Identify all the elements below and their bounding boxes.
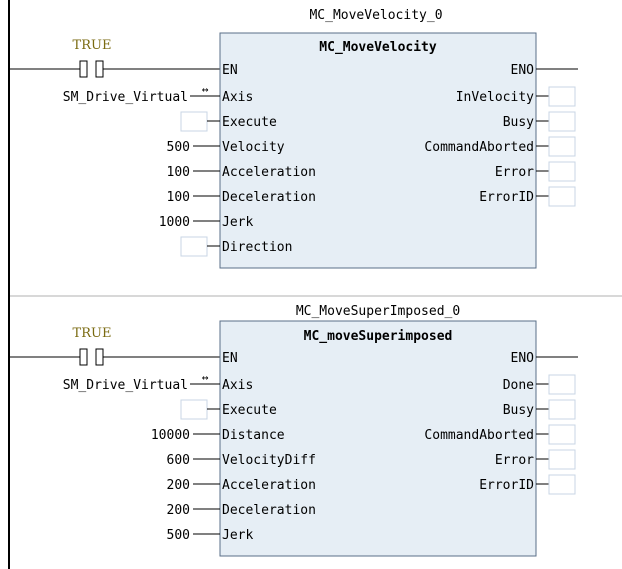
- pin-done: Done: [503, 378, 534, 393]
- axis-variable[interactable]: SM_Drive_Virtual: [63, 90, 188, 105]
- input-value-velocity[interactable]: 500: [167, 140, 190, 155]
- pin-velocity: Velocity: [222, 140, 285, 155]
- input-value-velocitydiff[interactable]: 600: [167, 453, 190, 468]
- contact-true[interactable]: TRUE: [10, 38, 220, 78]
- pin-acceleration: Acceleration: [222, 165, 316, 180]
- pin-jerk: Jerk: [222, 215, 253, 230]
- eno-pin: ENO: [511, 63, 535, 78]
- output-box-busy[interactable]: [548, 111, 576, 132]
- pin-busy: Busy: [503, 115, 534, 130]
- contact-label: TRUE: [73, 326, 112, 341]
- pin-error: Error: [495, 453, 534, 468]
- pin-deceleration: Deceleration: [222, 503, 316, 518]
- fb-instance-name[interactable]: MC_MoveSuperImposed_0: [296, 304, 460, 319]
- output-box-commandaborted[interactable]: [548, 136, 576, 157]
- output-box-commandaborted[interactable]: [548, 424, 576, 445]
- fb-type-name: MC_moveSuperimposed: [304, 329, 453, 344]
- pin-invelocity: InVelocity: [456, 90, 534, 105]
- inout-arrow-icon: ↔: [202, 371, 209, 384]
- pin-busy: Busy: [503, 403, 534, 418]
- fb-type-name: MC_MoveVelocity: [319, 40, 437, 55]
- pin-acceleration: Acceleration: [222, 478, 316, 493]
- contact-true[interactable]: TRUE: [10, 326, 220, 366]
- input-value-box-execute[interactable]: [180, 111, 208, 132]
- pin-distance: Distance: [222, 428, 285, 443]
- pin-deceleration: Deceleration: [222, 190, 316, 205]
- pin-errorid: ErrorID: [479, 478, 534, 493]
- output-box-errorid[interactable]: [548, 474, 576, 495]
- pin-axis: Axis: [222, 378, 253, 393]
- input-value-deceleration[interactable]: 100: [167, 190, 190, 205]
- output-box-error[interactable]: [548, 161, 576, 182]
- input-value-acceleration[interactable]: 200: [167, 478, 190, 493]
- pin-axis: Axis: [222, 90, 253, 105]
- pin-jerk: Jerk: [222, 528, 253, 543]
- output-box-done[interactable]: [548, 374, 576, 395]
- input-value-box-direction[interactable]: [180, 236, 208, 257]
- fb-instance-name[interactable]: MC_MoveVelocity_0: [309, 8, 442, 23]
- output-box-error[interactable]: [548, 449, 576, 470]
- input-value-box-execute[interactable]: [180, 399, 208, 420]
- pin-commandaborted: CommandAborted: [424, 140, 534, 155]
- ladder-diagram: MC_MoveVelocity_0 TRUE MC_MoveVelocity E…: [8, 0, 622, 569]
- en-pin: EN: [222, 351, 238, 366]
- input-value-jerk[interactable]: 500: [167, 528, 190, 543]
- output-box-busy[interactable]: [548, 399, 576, 420]
- input-value-acceleration[interactable]: 100: [167, 165, 190, 180]
- contact-label: TRUE: [73, 38, 112, 53]
- inout-arrow-icon: ↔: [202, 83, 209, 96]
- eno-pin: ENO: [511, 351, 535, 366]
- pin-execute: Execute: [222, 403, 277, 418]
- input-value-distance[interactable]: 10000: [151, 428, 190, 443]
- pin-error: Error: [495, 165, 534, 180]
- pin-direction: Direction: [222, 240, 292, 255]
- rung-2[interactable]: MC_MoveSuperImposed_0 TRUE MC_moveSuperi…: [10, 304, 578, 557]
- pin-commandaborted: CommandAborted: [424, 428, 534, 443]
- rung-1[interactable]: MC_MoveVelocity_0 TRUE MC_MoveVelocity E…: [10, 8, 578, 269]
- pin-execute: Execute: [222, 115, 277, 130]
- pin-velocitydiff: VelocityDiff: [222, 453, 316, 468]
- input-value-deceleration[interactable]: 200: [167, 503, 190, 518]
- output-box-invelocity[interactable]: [548, 86, 576, 107]
- input-value-jerk[interactable]: 1000: [159, 215, 190, 230]
- pin-errorid: ErrorID: [479, 190, 534, 205]
- axis-variable[interactable]: SM_Drive_Virtual: [63, 378, 188, 393]
- output-box-errorid[interactable]: [548, 186, 576, 207]
- en-pin: EN: [222, 63, 238, 78]
